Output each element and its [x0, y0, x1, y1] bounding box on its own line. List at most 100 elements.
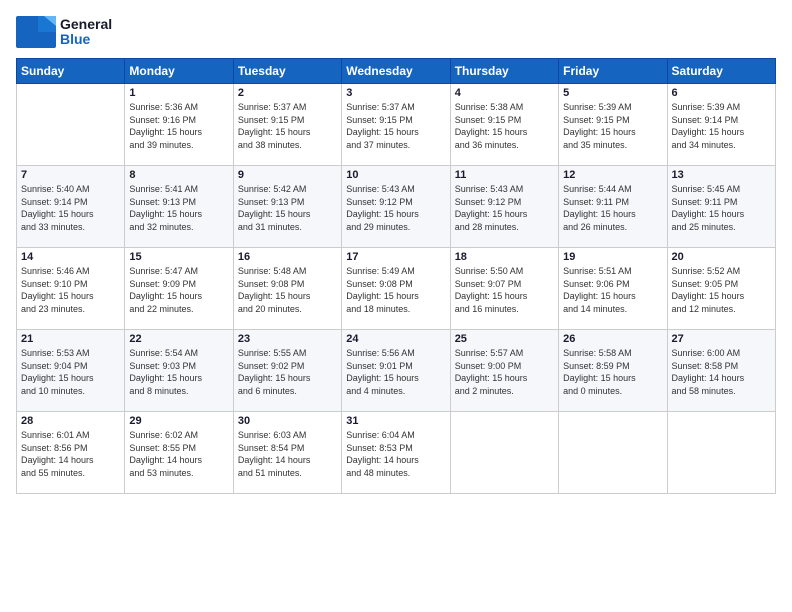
- calendar-cell: 21 Sunrise: 5:53 AM Sunset: 9:04 PM Dayli…: [17, 330, 125, 412]
- calendar-cell: 15 Sunrise: 5:47 AM Sunset: 9:09 PM Dayli…: [125, 248, 233, 330]
- calendar-cell: [450, 412, 558, 494]
- day-number: 15: [129, 251, 228, 263]
- day-info: Sunrise: 5:44 AM Sunset: 9:11 PM Dayligh…: [563, 183, 662, 233]
- logo-text: GeneralBlue: [60, 17, 112, 48]
- day-info: Sunrise: 5:36 AM Sunset: 9:16 PM Dayligh…: [129, 101, 228, 151]
- day-info: Sunrise: 5:52 AM Sunset: 9:05 PM Dayligh…: [672, 265, 771, 315]
- day-info: Sunrise: 5:48 AM Sunset: 9:08 PM Dayligh…: [238, 265, 337, 315]
- day-info: Sunrise: 5:43 AM Sunset: 9:12 PM Dayligh…: [455, 183, 554, 233]
- day-info: Sunrise: 5:49 AM Sunset: 9:08 PM Dayligh…: [346, 265, 445, 315]
- day-info: Sunrise: 5:56 AM Sunset: 9:01 PM Dayligh…: [346, 347, 445, 397]
- day-number: 28: [21, 415, 120, 427]
- calendar-week-4: 21 Sunrise: 5:53 AM Sunset: 9:04 PM Dayli…: [17, 330, 776, 412]
- day-info: Sunrise: 6:01 AM Sunset: 8:56 PM Dayligh…: [21, 429, 120, 479]
- weekday-header-monday: Monday: [125, 59, 233, 84]
- day-number: 7: [21, 169, 120, 181]
- weekday-header-row: SundayMondayTuesdayWednesdayThursdayFrid…: [17, 59, 776, 84]
- day-info: Sunrise: 5:47 AM Sunset: 9:09 PM Dayligh…: [129, 265, 228, 315]
- calendar-week-5: 28 Sunrise: 6:01 AM Sunset: 8:56 PM Dayli…: [17, 412, 776, 494]
- day-info: Sunrise: 6:04 AM Sunset: 8:53 PM Dayligh…: [346, 429, 445, 479]
- day-number: 29: [129, 415, 228, 427]
- day-number: 8: [129, 169, 228, 181]
- calendar-cell: 9 Sunrise: 5:42 AM Sunset: 9:13 PM Daylig…: [233, 166, 341, 248]
- day-number: 12: [563, 169, 662, 181]
- day-number: 11: [455, 169, 554, 181]
- logo: GeneralBlue: [16, 16, 112, 48]
- day-info: Sunrise: 6:02 AM Sunset: 8:55 PM Dayligh…: [129, 429, 228, 479]
- day-number: 21: [21, 333, 120, 345]
- calendar-cell: 4Sunrise: 5:38 AM Sunset: 9:15 PM Daylig…: [450, 84, 558, 166]
- day-info: Sunrise: 5:55 AM Sunset: 9:02 PM Dayligh…: [238, 347, 337, 397]
- day-info: Sunrise: 5:50 AM Sunset: 9:07 PM Dayligh…: [455, 265, 554, 315]
- calendar-cell: 10 Sunrise: 5:43 AM Sunset: 9:12 PM Dayli…: [342, 166, 450, 248]
- calendar-cell: 20 Sunrise: 5:52 AM Sunset: 9:05 PM Dayli…: [667, 248, 775, 330]
- calendar-cell: 17 Sunrise: 5:49 AM Sunset: 9:08 PM Dayli…: [342, 248, 450, 330]
- page: GeneralBlue SundayMondayTuesdayWednesday…: [0, 0, 792, 612]
- calendar-cell: 27Sunrise: 6:00 AM Sunset: 8:58 PM Dayli…: [667, 330, 775, 412]
- calendar-cell: 23 Sunrise: 5:55 AM Sunset: 9:02 PM Dayli…: [233, 330, 341, 412]
- day-number: 14: [21, 251, 120, 263]
- day-info: Sunrise: 5:40 AM Sunset: 9:14 PM Dayligh…: [21, 183, 120, 233]
- day-info: Sunrise: 5:37 AM Sunset: 9:15 PM Dayligh…: [346, 101, 445, 151]
- day-number: 31: [346, 415, 445, 427]
- calendar-cell: 16 Sunrise: 5:48 AM Sunset: 9:08 PM Dayli…: [233, 248, 341, 330]
- weekday-header-saturday: Saturday: [667, 59, 775, 84]
- day-info: Sunrise: 5:46 AM Sunset: 9:10 PM Dayligh…: [21, 265, 120, 315]
- day-number: 17: [346, 251, 445, 263]
- calendar-cell: 3 Sunrise: 5:37 AM Sunset: 9:15 PM Daylig…: [342, 84, 450, 166]
- calendar-cell: 30 Sunrise: 6:03 AM Sunset: 8:54 PM Dayli…: [233, 412, 341, 494]
- calendar-cell: 31 Sunrise: 6:04 AM Sunset: 8:53 PM Dayli…: [342, 412, 450, 494]
- day-info: Sunrise: 6:03 AM Sunset: 8:54 PM Dayligh…: [238, 429, 337, 479]
- calendar-cell: 2 Sunrise: 5:37 AM Sunset: 9:15 PM Daylig…: [233, 84, 341, 166]
- day-number: 23: [238, 333, 337, 345]
- calendar-cell: 26Sunrise: 5:58 AM Sunset: 8:59 PM Dayli…: [559, 330, 667, 412]
- calendar-cell: 13 Sunrise: 5:45 AM Sunset: 9:11 PM Dayli…: [667, 166, 775, 248]
- day-number: 18: [455, 251, 554, 263]
- calendar-cell: [667, 412, 775, 494]
- day-number: 3: [346, 87, 445, 99]
- day-number: 30: [238, 415, 337, 427]
- day-number: 27: [672, 333, 771, 345]
- day-info: Sunrise: 5:45 AM Sunset: 9:11 PM Dayligh…: [672, 183, 771, 233]
- day-info: Sunrise: 5:42 AM Sunset: 9:13 PM Dayligh…: [238, 183, 337, 233]
- calendar-cell: 6 Sunrise: 5:39 AM Sunset: 9:14 PM Daylig…: [667, 84, 775, 166]
- calendar-cell: 1 Sunrise: 5:36 AM Sunset: 9:16 PM Daylig…: [125, 84, 233, 166]
- weekday-header-thursday: Thursday: [450, 59, 558, 84]
- calendar-cell: 18 Sunrise: 5:50 AM Sunset: 9:07 PM Dayli…: [450, 248, 558, 330]
- day-number: 13: [672, 169, 771, 181]
- day-info: Sunrise: 5:58 AM Sunset: 8:59 PM Dayligh…: [563, 347, 662, 397]
- weekday-header-friday: Friday: [559, 59, 667, 84]
- day-info: Sunrise: 5:51 AM Sunset: 9:06 PM Dayligh…: [563, 265, 662, 315]
- calendar-cell: [559, 412, 667, 494]
- day-info: Sunrise: 5:57 AM Sunset: 9:00 PM Dayligh…: [455, 347, 554, 397]
- day-number: 1: [129, 87, 228, 99]
- day-number: 16: [238, 251, 337, 263]
- calendar-cell: 19 Sunrise: 5:51 AM Sunset: 9:06 PM Dayli…: [559, 248, 667, 330]
- calendar-cell: [17, 84, 125, 166]
- day-info: Sunrise: 5:38 AM Sunset: 9:15 PM Dayligh…: [455, 101, 554, 151]
- calendar-cell: 5Sunrise: 5:39 AM Sunset: 9:15 PM Daylig…: [559, 84, 667, 166]
- day-number: 19: [563, 251, 662, 263]
- day-number: 2: [238, 87, 337, 99]
- header: GeneralBlue: [16, 16, 776, 48]
- calendar-cell: 25 Sunrise: 5:57 AM Sunset: 9:00 PM Dayli…: [450, 330, 558, 412]
- calendar-week-3: 14 Sunrise: 5:46 AM Sunset: 9:10 PM Dayli…: [17, 248, 776, 330]
- day-number: 25: [455, 333, 554, 345]
- calendar-cell: 7 Sunrise: 5:40 AM Sunset: 9:14 PM Daylig…: [17, 166, 125, 248]
- day-number: 5: [563, 87, 662, 99]
- day-number: 9: [238, 169, 337, 181]
- day-number: 10: [346, 169, 445, 181]
- day-info: Sunrise: 5:53 AM Sunset: 9:04 PM Dayligh…: [21, 347, 120, 397]
- calendar-cell: 14 Sunrise: 5:46 AM Sunset: 9:10 PM Dayli…: [17, 248, 125, 330]
- day-info: Sunrise: 5:41 AM Sunset: 9:13 PM Dayligh…: [129, 183, 228, 233]
- calendar-cell: 22Sunrise: 5:54 AM Sunset: 9:03 PM Dayli…: [125, 330, 233, 412]
- day-number: 20: [672, 251, 771, 263]
- day-info: Sunrise: 5:43 AM Sunset: 9:12 PM Dayligh…: [346, 183, 445, 233]
- day-info: Sunrise: 5:37 AM Sunset: 9:15 PM Dayligh…: [238, 101, 337, 151]
- day-info: Sunrise: 5:39 AM Sunset: 9:14 PM Dayligh…: [672, 101, 771, 151]
- calendar-cell: 12 Sunrise: 5:44 AM Sunset: 9:11 PM Dayli…: [559, 166, 667, 248]
- day-number: 6: [672, 87, 771, 99]
- day-number: 24: [346, 333, 445, 345]
- calendar-cell: 29 Sunrise: 6:02 AM Sunset: 8:55 PM Dayli…: [125, 412, 233, 494]
- calendar-cell: 28 Sunrise: 6:01 AM Sunset: 8:56 PM Dayli…: [17, 412, 125, 494]
